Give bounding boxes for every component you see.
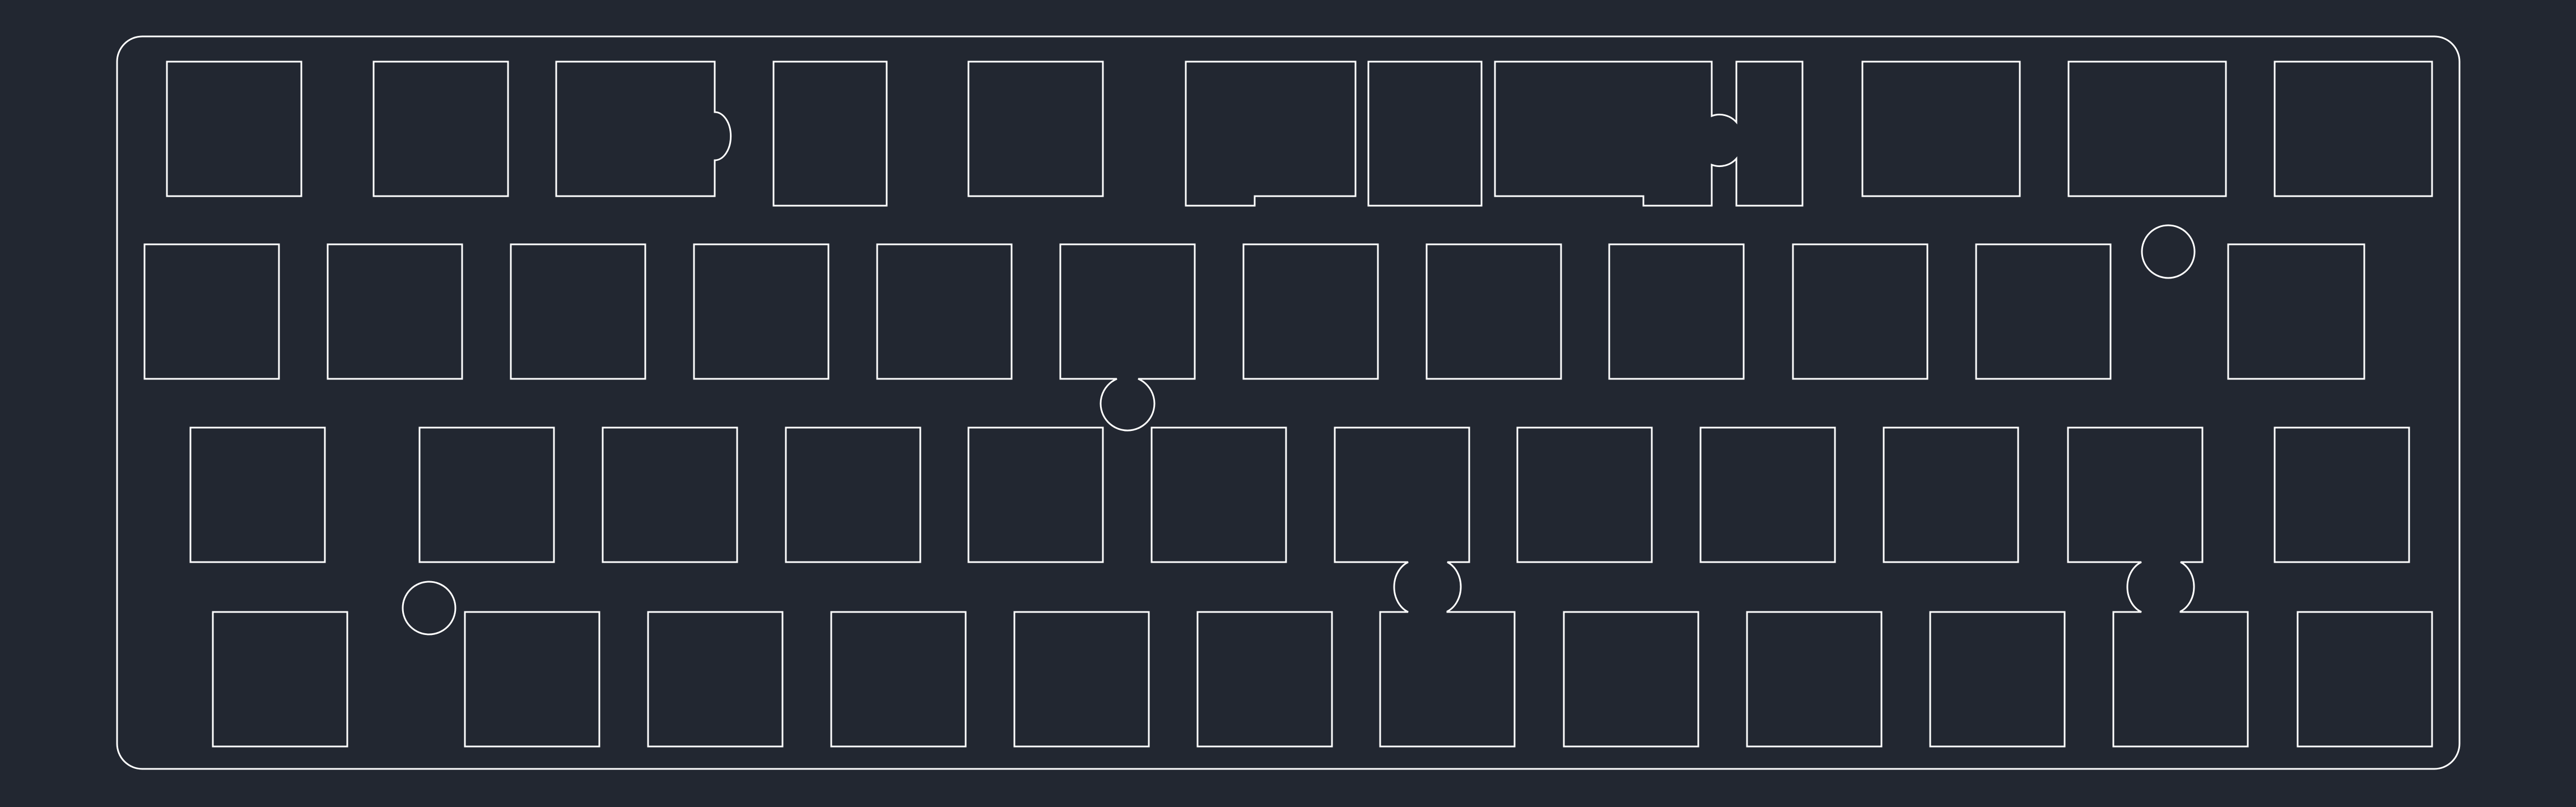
drawing-background	[0, 0, 2576, 807]
keyboard-plate-drawing	[0, 0, 2576, 807]
cad-viewport[interactable]	[0, 0, 2576, 807]
